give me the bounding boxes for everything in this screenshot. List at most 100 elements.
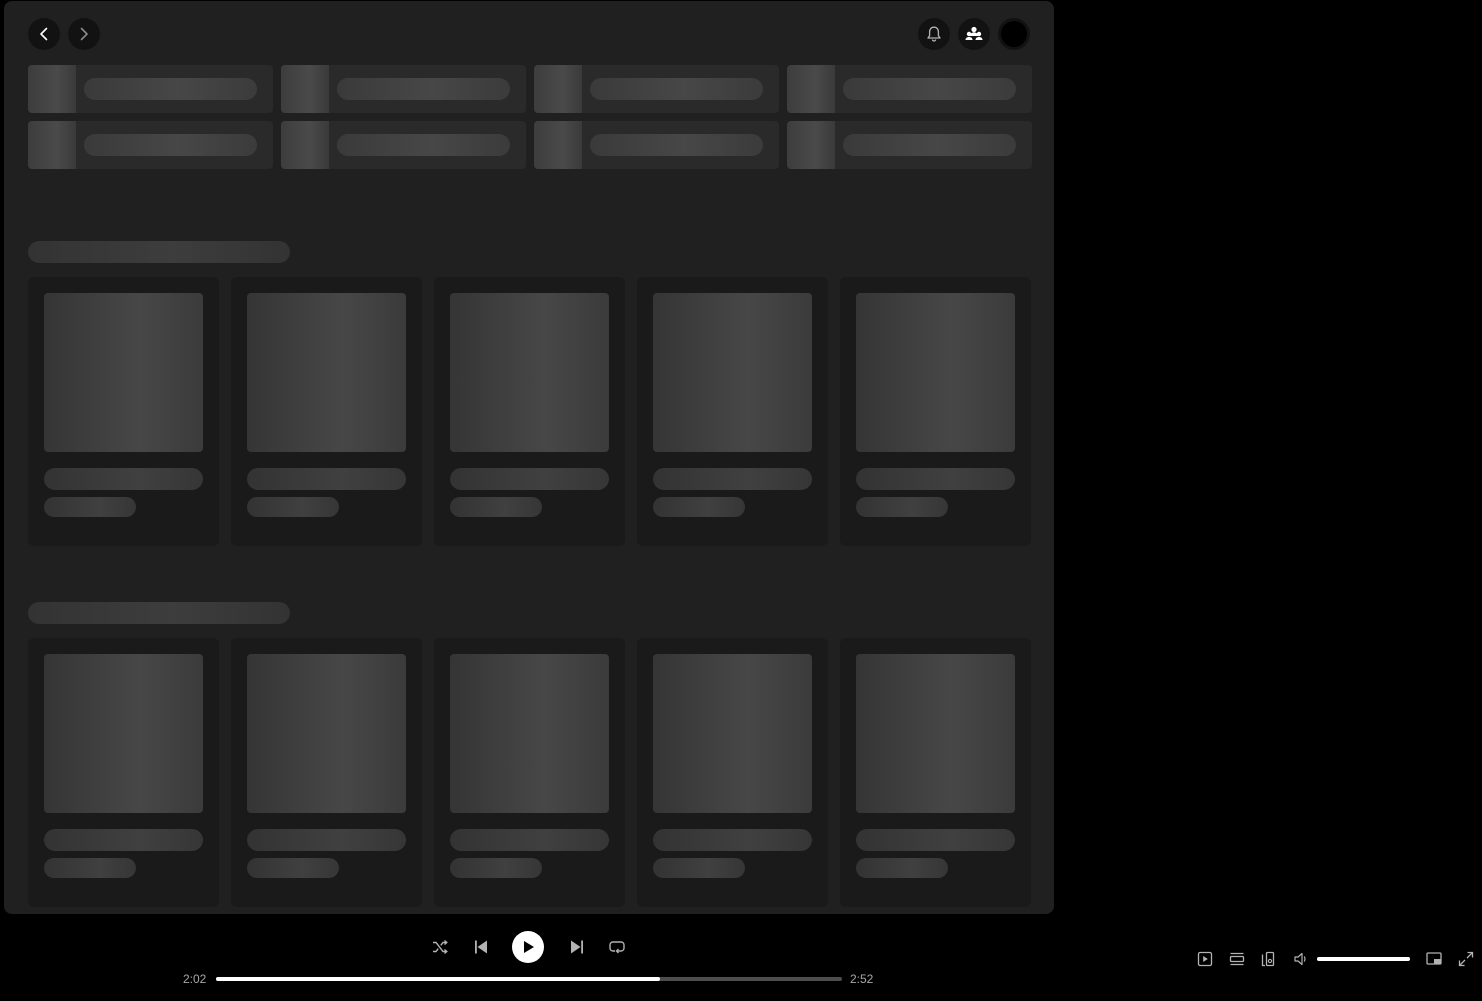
card-artwork-placeholder [856,293,1015,452]
shortcut-placeholder[interactable] [28,121,273,169]
friend-activity-button[interactable] [958,18,990,50]
card-artwork-placeholder [450,654,609,813]
card-placeholder[interactable] [840,638,1031,907]
shortcut-placeholder[interactable] [534,121,779,169]
card-subtitle-placeholder [450,497,542,517]
repeat-icon [609,941,625,954]
mini-player-button[interactable] [1423,948,1445,970]
shortcut-placeholder[interactable] [787,65,1032,113]
card-subtitle-placeholder [44,497,136,517]
card-subtitle-placeholder [44,858,136,878]
card-artwork-placeholder [856,654,1015,813]
fullscreen-button[interactable] [1455,948,1477,970]
card-placeholder[interactable] [28,638,219,907]
shortcut-title-placeholder [84,78,257,100]
shortcut-thumbnail-placeholder [281,121,329,169]
elapsed-time: 2:02 [183,972,207,986]
card-placeholder[interactable] [840,277,1031,546]
device-icon [1261,951,1275,967]
card-subtitle-placeholder [856,497,948,517]
back-button[interactable] [28,18,60,50]
card-subtitle-placeholder [856,858,948,878]
picture-in-picture-icon [1426,952,1442,965]
card-subtitle-placeholder [247,497,339,517]
shuffle-button[interactable] [428,935,452,959]
next-track-button[interactable] [565,935,589,959]
shortcut-placeholder[interactable] [281,65,526,113]
card-title-placeholder [44,829,203,851]
card-artwork-placeholder [653,293,812,452]
shortcut-thumbnail-placeholder [281,65,329,113]
card-artwork-placeholder [450,293,609,452]
card-title-placeholder [247,468,406,490]
card-placeholder[interactable] [434,277,625,546]
card-placeholder[interactable] [637,638,828,907]
total-time: 2:52 [850,972,874,986]
play-button[interactable] [512,931,544,963]
shortcut-placeholder[interactable] [534,65,779,113]
chevron-left-icon [40,27,48,41]
section-title-placeholder [28,241,290,263]
card-artwork-placeholder [247,293,406,452]
queue-icon [1229,952,1245,966]
card-artwork-placeholder [44,654,203,813]
card-title-placeholder [44,468,203,490]
shortcut-thumbnail-placeholder [787,121,835,169]
shortcut-title-placeholder [843,134,1016,156]
volume-slider[interactable] [1317,957,1410,961]
shortcut-grid [28,65,1032,169]
now-playing-icon [1197,951,1213,967]
card-placeholder[interactable] [231,277,422,546]
shortcut-title-placeholder [337,78,510,100]
playback-progress-bar[interactable] [216,977,842,981]
card-placeholder[interactable] [434,638,625,907]
skip-forward-icon [571,940,583,954]
shortcut-title-placeholder [590,134,763,156]
shortcut-thumbnail-placeholder [787,65,835,113]
queue-button[interactable] [1226,948,1248,970]
now-playing-view-button[interactable] [1194,948,1216,970]
card-placeholder[interactable] [28,277,219,546]
shortcut-thumbnail-placeholder [28,65,76,113]
shortcut-title-placeholder [843,78,1016,100]
card-artwork-placeholder [653,654,812,813]
shortcut-thumbnail-placeholder [534,65,582,113]
main-content-panel [4,1,1054,914]
card-placeholder[interactable] [231,638,422,907]
connect-device-button[interactable] [1258,948,1280,970]
card-artwork-placeholder [247,654,406,813]
shortcut-title-placeholder [590,78,763,100]
notifications-button[interactable] [918,18,950,50]
shortcut-placeholder[interactable] [28,65,273,113]
card-subtitle-placeholder [247,858,339,878]
card-title-placeholder [653,468,812,490]
volume-icon [1294,952,1306,966]
volume-button[interactable] [1290,948,1312,970]
card-subtitle-placeholder [450,858,542,878]
section-title-placeholder [28,602,290,624]
shortcut-title-placeholder [84,134,257,156]
top-bar [4,1,1054,65]
shortcut-thumbnail-placeholder [28,121,76,169]
card-subtitle-placeholder [653,858,745,878]
card-title-placeholder [856,829,1015,851]
friends-icon [965,26,983,40]
chevron-right-icon [80,27,88,41]
card-artwork-placeholder [44,293,203,452]
card-title-placeholder [450,829,609,851]
forward-button[interactable] [68,18,100,50]
previous-track-button[interactable] [469,935,493,959]
card-row [28,277,1031,546]
shortcut-thumbnail-placeholder [534,121,582,169]
profile-avatar-button[interactable] [998,18,1030,50]
card-title-placeholder [856,468,1015,490]
shortcut-placeholder[interactable] [281,121,526,169]
volume-level-fill [1317,957,1410,961]
card-placeholder[interactable] [637,277,828,546]
playback-progress-fill [216,977,661,981]
play-icon [524,941,534,953]
shortcut-title-placeholder [337,134,510,156]
repeat-button[interactable] [605,935,629,959]
shortcut-placeholder[interactable] [787,121,1032,169]
bell-icon [927,26,941,42]
